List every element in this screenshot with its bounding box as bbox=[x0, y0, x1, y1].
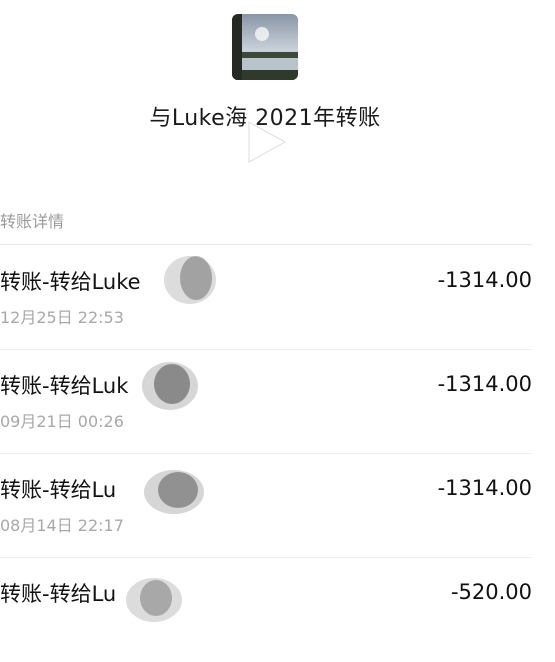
avatar[interactable] bbox=[232, 14, 298, 80]
transaction-row[interactable]: 转账-转给Lu 08月14日 22:17 -1314.00 bbox=[0, 454, 555, 558]
divider bbox=[0, 244, 532, 245]
transaction-amount: -1314.00 bbox=[437, 372, 532, 396]
redaction-blur bbox=[164, 256, 216, 304]
play-icon bbox=[248, 121, 287, 163]
transaction-name: 转账-转给Lu bbox=[0, 478, 117, 502]
transaction-name: 转账-转给Luk bbox=[0, 374, 129, 398]
transaction-amount: -1314.00 bbox=[437, 268, 532, 292]
transaction-amount: -1314.00 bbox=[437, 476, 532, 500]
transaction-date: 12月25日 22:53 bbox=[0, 308, 124, 327]
redaction-blur bbox=[144, 470, 204, 514]
transaction-amount: -520.00 bbox=[450, 580, 532, 604]
transaction-row[interactable]: 转账-转给Luk 09月21日 00:26 -1314.00 bbox=[0, 350, 555, 454]
transaction-date: 09月21日 00:26 bbox=[0, 412, 124, 431]
transaction-date: 08月14日 22:17 bbox=[0, 516, 124, 535]
play-button[interactable] bbox=[233, 112, 293, 172]
header: 与Luke海 2021年转账 bbox=[0, 0, 555, 180]
redaction-blur bbox=[126, 578, 182, 622]
transaction-name: 转账-转给Luke bbox=[0, 270, 141, 294]
transaction-name: 转账-转给Lu bbox=[0, 582, 117, 606]
redaction-blur bbox=[142, 362, 198, 410]
transaction-row[interactable]: 转账-转给Lu -520.00 bbox=[0, 558, 555, 662]
section-label: 转账详情 bbox=[0, 212, 65, 231]
avatar-image bbox=[232, 14, 298, 80]
transaction-row[interactable]: 转账-转给Luke 12月25日 22:53 -1314.00 bbox=[0, 246, 555, 350]
